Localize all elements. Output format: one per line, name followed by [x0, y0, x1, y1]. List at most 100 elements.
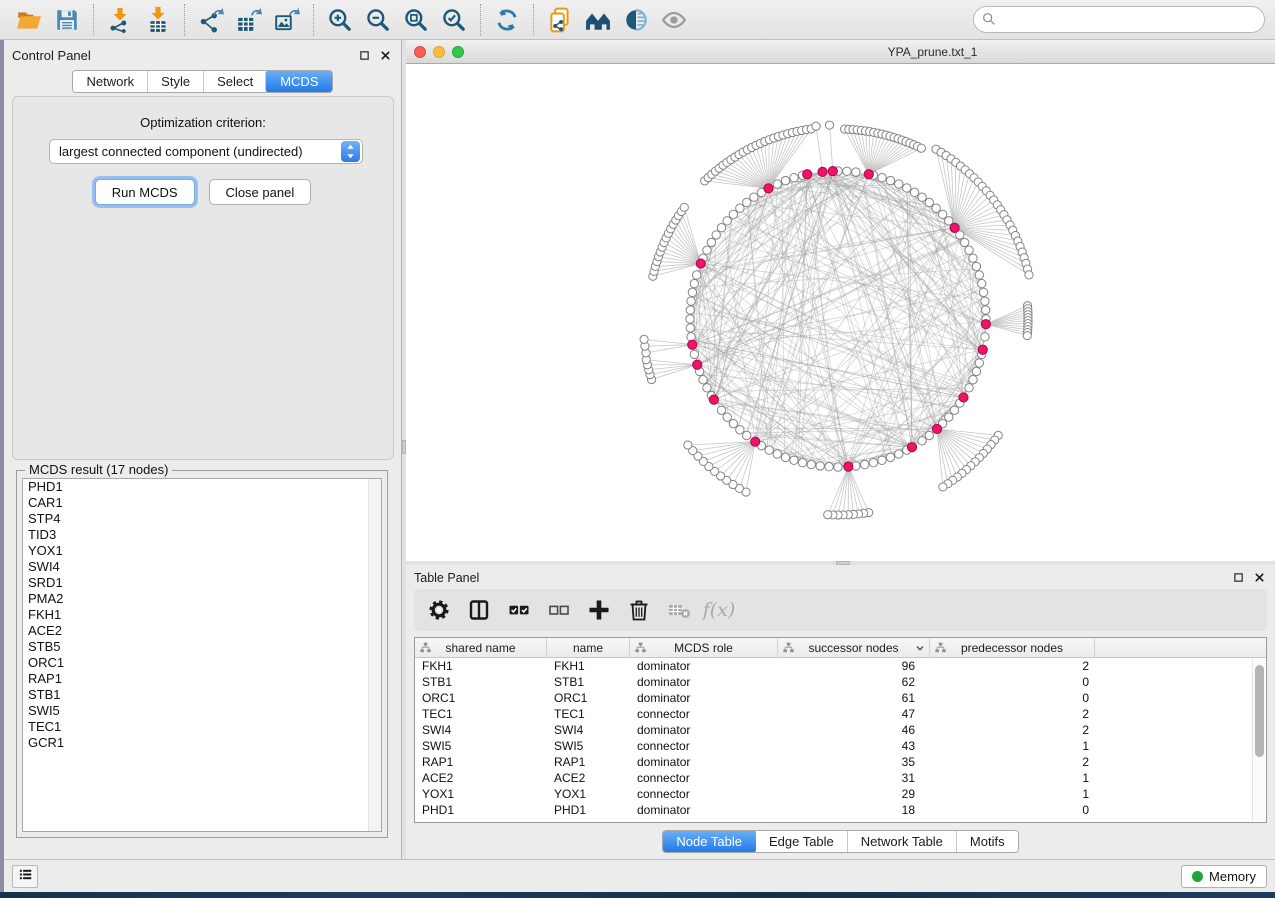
- save-session-button[interactable]: [48, 4, 86, 36]
- close-panel-button[interactable]: [380, 49, 393, 62]
- table-cell[interactable]: 18: [778, 802, 930, 818]
- mcds-result-list[interactable]: PHD1CAR1STP4TID3YOX1SWI4SRD1PMA2FKH1ACE2…: [22, 478, 382, 832]
- table-cell[interactable]: 0: [930, 690, 1095, 706]
- table-cell[interactable]: 46: [778, 722, 930, 738]
- select-all-button[interactable]: [502, 593, 536, 627]
- mcds-result-item[interactable]: TEC1: [23, 719, 381, 735]
- network-canvas[interactable]: [406, 64, 1275, 561]
- table-cell[interactable]: ACE2: [415, 770, 547, 786]
- table-cell[interactable]: TEC1: [547, 706, 630, 722]
- table-cell[interactable]: FKH1: [547, 658, 630, 674]
- table-cell[interactable]: SWI4: [415, 722, 547, 738]
- mcds-result-item[interactable]: SWI4: [23, 559, 381, 575]
- zoom-out-button[interactable]: [359, 4, 397, 36]
- table-cell[interactable]: 1: [930, 786, 1095, 802]
- export-table-button[interactable]: [230, 4, 268, 36]
- optimization-criterion-select[interactable]: largest connected component (undirected): [49, 139, 363, 164]
- table-cell[interactable]: 2: [930, 706, 1095, 722]
- clone-network-button[interactable]: [541, 4, 579, 36]
- tab-edge-table[interactable]: Edge Table: [755, 831, 847, 852]
- table-cell[interactable]: 2: [930, 722, 1095, 738]
- mcds-result-item[interactable]: SRD1: [23, 575, 381, 591]
- close-table-panel-button[interactable]: [1254, 571, 1267, 584]
- zoom-in-button[interactable]: [321, 4, 359, 36]
- mcds-result-item[interactable]: RAP1: [23, 671, 381, 687]
- mcds-result-item[interactable]: FKH1: [23, 607, 381, 623]
- mcds-list-scrollbar[interactable]: [368, 479, 381, 831]
- table-cell[interactable]: 47: [778, 706, 930, 722]
- tab-network[interactable]: Network: [73, 71, 147, 92]
- show-hide-button[interactable]: [655, 4, 693, 36]
- table-cell[interactable]: dominator: [630, 690, 778, 706]
- column-header-MCDS-role[interactable]: MCDS role: [630, 638, 778, 657]
- mcds-result-item[interactable]: STB1: [23, 687, 381, 703]
- maximize-window-icon[interactable]: [452, 46, 464, 58]
- table-scrollbar-thumb[interactable]: [1255, 665, 1264, 757]
- table-cell[interactable]: SWI5: [415, 738, 547, 754]
- float-table-panel-button[interactable]: [1233, 571, 1246, 584]
- table-cell[interactable]: 31: [778, 770, 930, 786]
- table-cell[interactable]: 35: [778, 754, 930, 770]
- table-cell[interactable]: YOX1: [415, 786, 547, 802]
- table-row[interactable]: PHD1PHD1dominator180: [415, 802, 1266, 818]
- table-cell[interactable]: TEC1: [415, 706, 547, 722]
- table-cell[interactable]: dominator: [630, 722, 778, 738]
- run-mcds-button[interactable]: Run MCDS: [95, 179, 195, 205]
- close-window-icon[interactable]: [414, 46, 426, 58]
- table-row[interactable]: STB1STB1dominator620: [415, 674, 1266, 690]
- table-cell[interactable]: connector: [630, 738, 778, 754]
- table-cell[interactable]: dominator: [630, 658, 778, 674]
- table-cell[interactable]: ORC1: [415, 690, 547, 706]
- table-cell[interactable]: PHD1: [415, 802, 547, 818]
- column-header-predecessor-nodes[interactable]: predecessor nodes: [930, 638, 1095, 657]
- table-cell[interactable]: 29: [778, 786, 930, 802]
- table-cell[interactable]: RAP1: [415, 754, 547, 770]
- memory-button[interactable]: Memory: [1181, 865, 1267, 888]
- mcds-result-item[interactable]: STP4: [23, 511, 381, 527]
- table-cell[interactable]: STB1: [547, 674, 630, 690]
- table-cell[interactable]: 0: [930, 674, 1095, 690]
- tab-style[interactable]: Style: [147, 71, 203, 92]
- mcds-result-item[interactable]: ACE2: [23, 623, 381, 639]
- export-image-button[interactable]: [268, 4, 306, 36]
- table-cell[interactable]: 0: [930, 802, 1095, 818]
- table-row[interactable]: TEC1TEC1connector472: [415, 706, 1266, 722]
- table-cell[interactable]: 61: [778, 690, 930, 706]
- table-cell[interactable]: FKH1: [415, 658, 547, 674]
- table-cell[interactable]: connector: [630, 770, 778, 786]
- table-cell[interactable]: SWI5: [547, 738, 630, 754]
- import-table-button[interactable]: [139, 4, 177, 36]
- column-header-successor-nodes[interactable]: successor nodes: [778, 638, 930, 657]
- add-column-button[interactable]: [582, 593, 616, 627]
- import-network-button[interactable]: [101, 4, 139, 36]
- zoom-selected-button[interactable]: [435, 4, 473, 36]
- tab-node-table[interactable]: Node Table: [662, 830, 756, 853]
- table-cell[interactable]: dominator: [630, 802, 778, 818]
- column-header-name[interactable]: name: [547, 638, 630, 657]
- zoom-fit-button[interactable]: [397, 4, 435, 36]
- mcds-result-item[interactable]: TID3: [23, 527, 381, 543]
- show-columns-button[interactable]: [462, 593, 496, 627]
- table-cell[interactable]: 1: [930, 738, 1095, 754]
- delete-column-button[interactable]: [622, 593, 656, 627]
- mcds-result-item[interactable]: PMA2: [23, 591, 381, 607]
- table-cell[interactable]: 43: [778, 738, 930, 754]
- table-scrollbar[interactable]: [1252, 659, 1265, 821]
- table-cell[interactable]: 96: [778, 658, 930, 674]
- tab-select[interactable]: Select: [203, 71, 266, 92]
- mcds-result-item[interactable]: CAR1: [23, 495, 381, 511]
- search-input[interactable]: [973, 6, 1265, 33]
- refresh-view-button[interactable]: [488, 4, 526, 36]
- table-row[interactable]: ORC1ORC1dominator610: [415, 690, 1266, 706]
- close-panel-action-button[interactable]: Close panel: [209, 179, 312, 205]
- deselect-all-button[interactable]: [542, 593, 576, 627]
- table-cell[interactable]: 1: [930, 770, 1095, 786]
- table-settings-button[interactable]: [422, 593, 456, 627]
- tab-network-table[interactable]: Network Table: [847, 831, 956, 852]
- mcds-result-item[interactable]: PHD1: [23, 479, 381, 495]
- toggle-visual-button[interactable]: [617, 4, 655, 36]
- table-cell[interactable]: 2: [930, 754, 1095, 770]
- table-row[interactable]: ACE2ACE2connector311: [415, 770, 1266, 786]
- table-cell[interactable]: connector: [630, 786, 778, 802]
- minimize-window-icon[interactable]: [433, 46, 445, 58]
